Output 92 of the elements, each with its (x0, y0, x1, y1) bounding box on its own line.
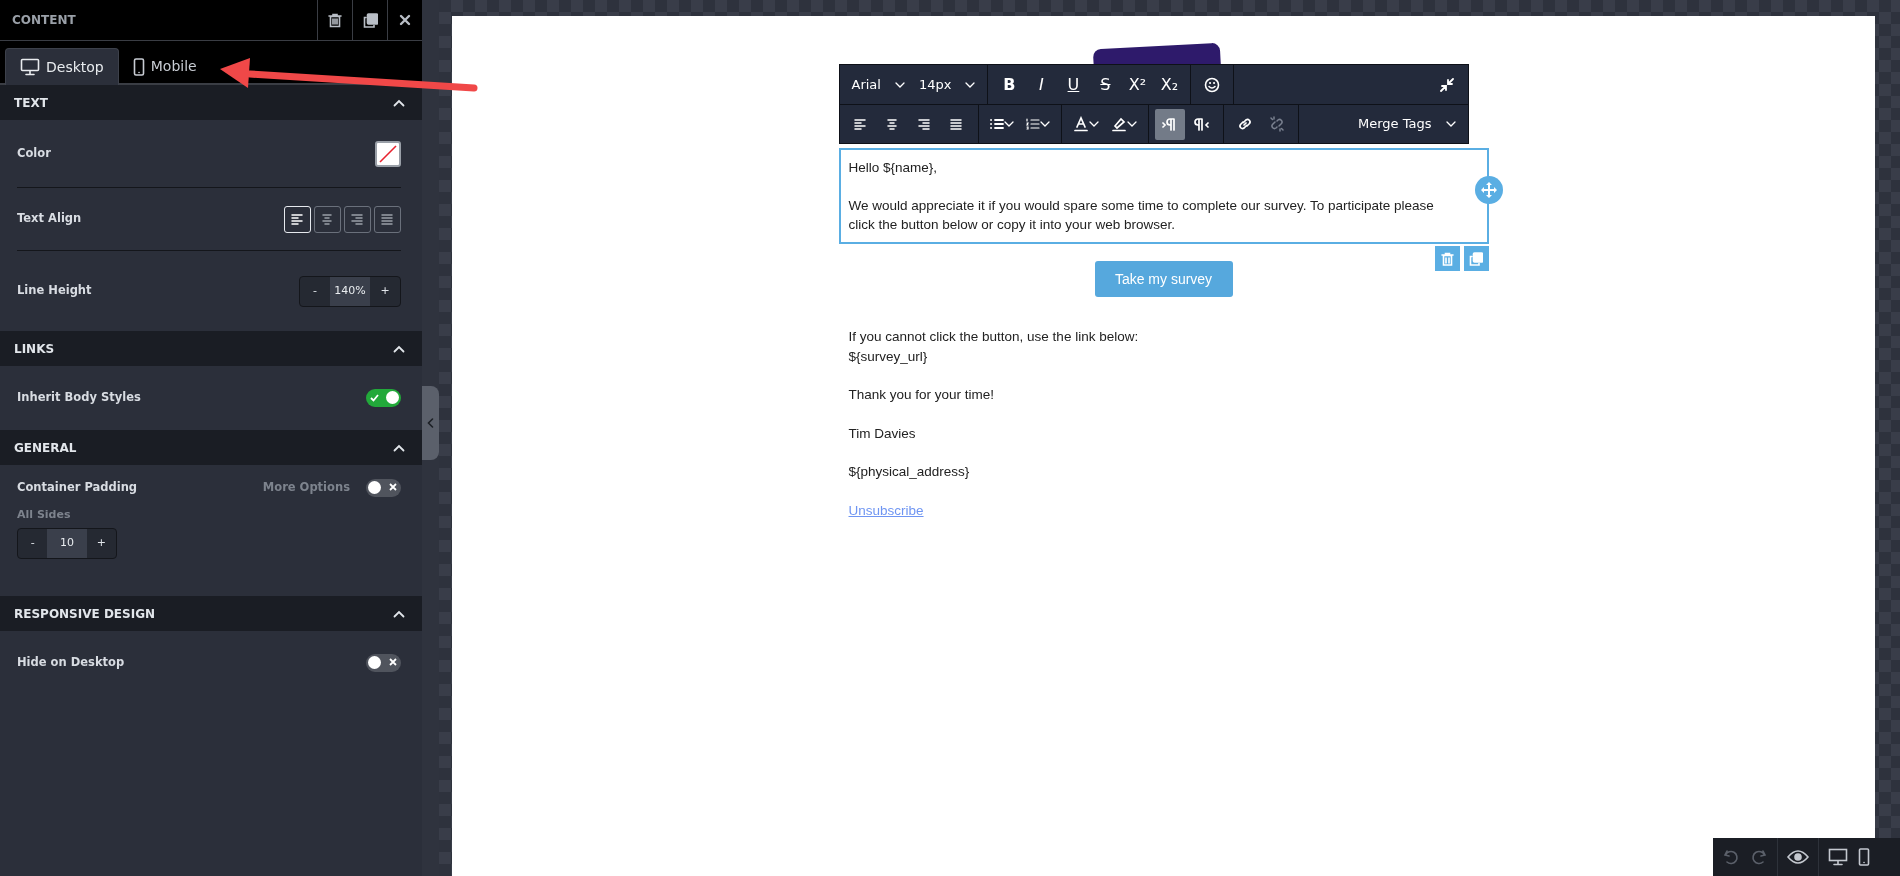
trash-icon (1440, 251, 1454, 266)
option-label: More Options (262, 479, 350, 497)
field-label: Text Align (17, 210, 82, 228)
eye-icon (1787, 850, 1809, 864)
align-left-icon (291, 213, 304, 225)
pilcrow-left-icon (1193, 117, 1210, 131)
format-button[interactable]: B (994, 69, 1025, 100)
panel-title: CONTENT (11, 12, 77, 29)
copy-icon (362, 12, 378, 28)
move-arrows-icon (1480, 182, 1497, 198)
dropdown-select[interactable]: 14px (912, 69, 982, 100)
align-right-icon (917, 118, 932, 130)
chevron-left-icon (427, 418, 434, 428)
format-button[interactable]: S (1090, 69, 1121, 100)
device-tab[interactable]: Desktop (5, 48, 119, 85)
chevron-down-icon (894, 81, 905, 88)
color-swatch[interactable] (375, 140, 401, 167)
align-left-button[interactable] (284, 205, 311, 233)
decrement-button[interactable]: - (300, 276, 330, 306)
body-text-line: If you cannot click the button, use the link below: (848, 329, 1139, 344)
monitor-icon (1828, 848, 1848, 866)
format-button[interactable]: X₂ (1154, 69, 1185, 100)
chevron-down-icon (1039, 121, 1050, 127)
preview-button[interactable] (1784, 850, 1812, 864)
chevron-down-icon (1088, 121, 1099, 127)
letter-underline-icon (1072, 116, 1089, 132)
redo-icon (1750, 848, 1768, 866)
x-mark-icon (389, 658, 397, 666)
align-center-icon (321, 213, 334, 225)
monitor-icon (20, 58, 40, 76)
stepper-value: 140% (330, 276, 370, 306)
bullet-list-icon (989, 118, 1004, 130)
section-header[interactable]: RESPONSIVE DESIGN (0, 596, 422, 631)
field-label: Color (17, 144, 51, 162)
section-header[interactable]: GENERAL (0, 430, 422, 465)
align-left-icon (853, 118, 868, 130)
stepper-value: 10 (47, 528, 87, 558)
field-label: Line Height (17, 282, 92, 300)
chevron-down-icon (1126, 121, 1137, 127)
dropdown-select[interactable]: Merge Tags (1352, 108, 1462, 140)
x-mark-icon (389, 483, 397, 491)
align-center-button[interactable] (314, 205, 341, 233)
toggle-switch[interactable] (366, 389, 401, 407)
align-justify-button[interactable] (374, 205, 401, 233)
chevron-down-icon (965, 81, 976, 88)
format-button[interactable]: X² (1122, 69, 1153, 100)
body-text-line: Tim Davies (848, 425, 916, 441)
phone-icon (132, 57, 145, 76)
sub-label: All Sides (17, 507, 72, 523)
chevron-down-icon (1003, 121, 1014, 127)
format-button[interactable]: I (1026, 69, 1057, 100)
align-right-icon (351, 213, 364, 225)
chain-link-icon (1236, 116, 1253, 132)
section-header[interactable]: LINKS (0, 331, 422, 366)
dropdown-select[interactable]: Arial (845, 69, 911, 100)
field-label: Hide on Desktop (17, 654, 125, 672)
toggle-switch[interactable] (366, 654, 401, 672)
increment-button[interactable]: + (86, 528, 116, 558)
decrement-button[interactable]: - (18, 528, 48, 558)
move-handle[interactable] (1474, 176, 1503, 204)
section-header[interactable]: TEXT (0, 85, 422, 120)
body-text-line: ${survey_url} (848, 348, 928, 364)
body-text-line: We would appreciate it if you would spare some time to complete our survey. To participate please (848, 198, 1434, 213)
trash-icon (328, 12, 342, 28)
ltr-button[interactable] (1154, 108, 1185, 140)
body-text-line: click the button below or copy it into your web browser. (848, 217, 1175, 232)
chevron-down-icon (1445, 121, 1456, 127)
field-label: Inherit Body Styles (17, 389, 141, 407)
copy-icon (1469, 251, 1483, 266)
numbered-list-icon (1025, 118, 1040, 130)
format-button[interactable]: U (1058, 69, 1089, 100)
marker-icon (1110, 116, 1127, 132)
checkmark-icon (370, 393, 379, 402)
align-center-icon (885, 118, 900, 130)
undo-icon (1722, 848, 1740, 866)
increment-button[interactable]: + (370, 276, 400, 306)
body-text-line: ${physical_address} (848, 464, 970, 479)
shrink-arrows-icon (1439, 77, 1454, 92)
smiley-icon (1204, 76, 1221, 93)
align-justify-icon (949, 118, 964, 130)
broken-link-icon (1268, 116, 1285, 132)
field-label: Container Padding (17, 479, 138, 497)
align-justify-icon (381, 213, 394, 225)
body-text-line: Hello ${name}, (848, 160, 938, 175)
device-tab[interactable]: Mobile (118, 48, 211, 85)
pilcrow-right-icon (1161, 117, 1178, 131)
close-icon (399, 14, 411, 26)
collapse-handle[interactable] (422, 386, 439, 460)
align-right-button[interactable] (344, 205, 371, 233)
toggle-switch[interactable] (366, 479, 401, 497)
phone-icon (1858, 848, 1870, 866)
body-text-line: Thank you for your time! (848, 387, 995, 402)
